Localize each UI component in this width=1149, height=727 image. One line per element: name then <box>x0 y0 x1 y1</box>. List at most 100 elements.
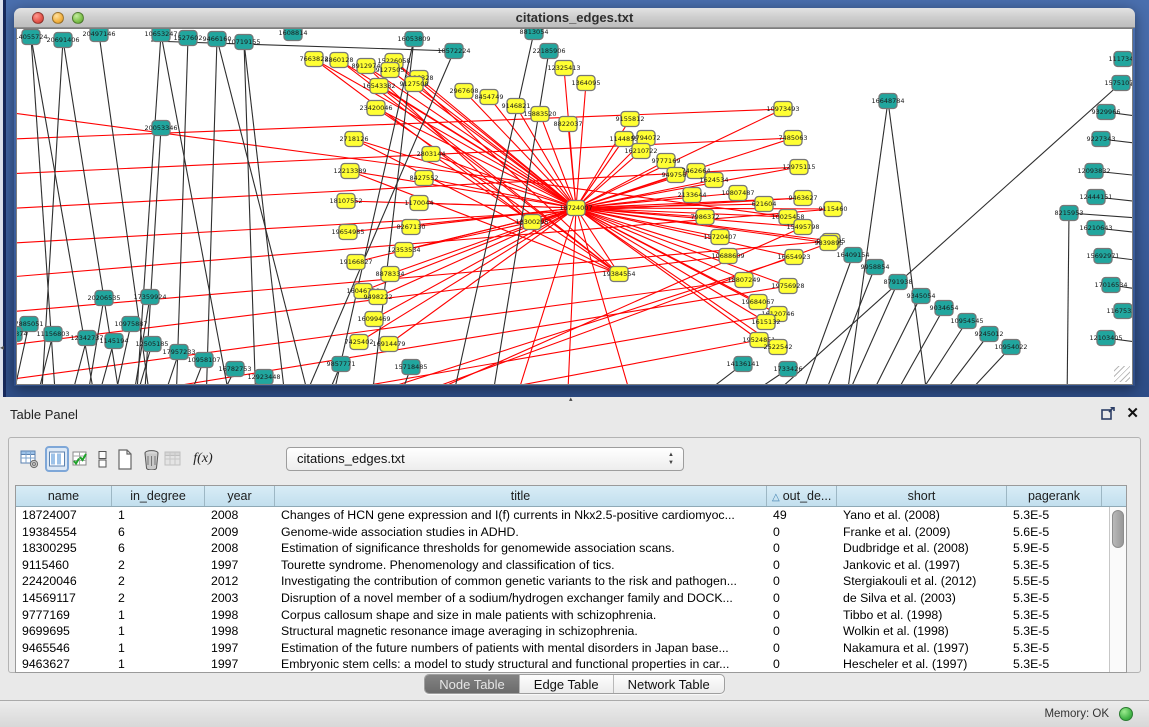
network-window-titlebar[interactable]: citations_edges.txt <box>14 8 1135 28</box>
table-cell: 1998 <box>205 623 275 640</box>
graph-node-label: 10954545 <box>950 317 983 325</box>
app-window-edge-line <box>3 0 6 397</box>
table-panel-title: Table Panel <box>10 407 78 422</box>
show-columns-button[interactable] <box>45 446 69 472</box>
memory-ok-icon <box>1119 707 1133 721</box>
table-row[interactable]: 1456911722003Disruption of a novel membe… <box>16 590 1109 607</box>
table-row[interactable]: 969969511998Structural magnetic resonanc… <box>16 623 1109 640</box>
table-cell: 1 <box>112 623 205 640</box>
vertical-scrollbar[interactable] <box>1109 507 1126 672</box>
table-row[interactable]: 946554611997Estimation of the future num… <box>16 640 1109 657</box>
table-row[interactable]: 1830029562008Estimation of significance … <box>16 540 1109 557</box>
table-cell: 5.3E-5 <box>1007 557 1102 574</box>
graph-node-label: 18724007 <box>559 204 592 212</box>
table-cell: 5.3E-5 <box>1007 507 1102 524</box>
panel-collapse-icon[interactable]: ◂ <box>0 342 8 354</box>
table-cell: 18300295 <box>16 540 112 557</box>
table-cell: 49 <box>767 507 837 524</box>
graph-node-label: 12444151 <box>1079 193 1112 201</box>
graph-node-label: 9839895 <box>815 239 844 247</box>
table-cell: 1997 <box>205 656 275 672</box>
dropdown-stepper-icon: ▲▼ <box>668 451 674 467</box>
table-header-row: namein_degreeyeartitle△out_de...shortpag… <box>16 486 1126 507</box>
import-table-icon <box>164 450 183 469</box>
column-header-short[interactable]: short <box>837 486 1007 506</box>
graph-node-label: 23420046 <box>359 104 392 112</box>
network-window-title: citations_edges.txt <box>14 10 1135 25</box>
graph-node-label: 15751074 <box>1104 79 1133 87</box>
graph-node-label: 12093832 <box>1077 167 1110 175</box>
graph-node-label: 9034654 <box>930 304 959 312</box>
table-cell: Nakamura et al. (1997) <box>837 640 1007 657</box>
graph-node-label: 9115460 <box>819 205 848 213</box>
graph-node-label: 18300295 <box>515 218 548 226</box>
table-cell: 14569117 <box>16 590 112 607</box>
graph-node-label: 16914479 <box>372 340 405 348</box>
table-select-dropdown[interactable]: citations_edges.txt ▲▼ <box>286 447 684 471</box>
resize-grip-icon[interactable] <box>1114 366 1130 382</box>
tab-node-table[interactable]: Node Table <box>425 675 520 693</box>
table-mode-button[interactable] <box>17 446 41 472</box>
table-cell: 5.3E-5 <box>1007 590 1102 607</box>
network-view[interactable]: 1872400718300295193845547663822886012889… <box>16 28 1133 385</box>
table-row[interactable]: 1872400712008Changes of HCN gene express… <box>16 507 1109 524</box>
column-header-name[interactable]: name <box>16 486 112 506</box>
graph-node-label: 9127508 <box>400 80 429 88</box>
graph-node-label: 15720407 <box>703 233 736 241</box>
graph-node-label: 16654923 <box>777 253 810 261</box>
graph-node-label: 17016534 <box>1094 281 1127 289</box>
graph-node-label: 10958107 <box>187 356 220 364</box>
graph-node-label: 621604 <box>752 200 777 208</box>
column-header-year[interactable]: year <box>205 486 275 506</box>
table-row[interactable]: 2242004622012Investigating the contribut… <box>16 573 1109 590</box>
graph-node-label: 15495798 <box>786 223 819 231</box>
graph-node-label: 18807249 <box>727 276 760 284</box>
graph-node-label: 20206535 <box>87 294 120 302</box>
float-window-icon <box>1101 407 1115 420</box>
column-header-in_degree[interactable]: in_degree <box>112 486 205 506</box>
graph-edge <box>866 296 921 385</box>
graph-edge <box>843 282 898 385</box>
column-header-pagerank[interactable]: pagerank <box>1007 486 1102 506</box>
delete-table-button[interactable] <box>139 446 163 472</box>
import-table-button[interactable] <box>161 446 185 472</box>
select-columns-button[interactable] <box>69 446 93 472</box>
table-cell: 1997 <box>205 640 275 657</box>
graph-node-label: 9329966 <box>1092 108 1121 116</box>
table-row[interactable]: 1938455462009Genome-wide association stu… <box>16 524 1109 541</box>
table-cell: 5.3E-5 <box>1007 607 1102 624</box>
function-builder-button[interactable]: f(x) <box>191 446 215 472</box>
table-cell: Wolkin et al. (1998) <box>837 623 1007 640</box>
table-cell: 0 <box>767 557 837 574</box>
new-document-icon <box>116 449 134 470</box>
close-panel-button[interactable]: ✕ <box>1126 404 1139 422</box>
table-row[interactable]: 911546021997Tourette syndrome. Phenomeno… <box>16 557 1109 574</box>
graph-node-label: 10807487 <box>721 189 754 197</box>
new-table-button[interactable] <box>113 446 137 472</box>
float-panel-button[interactable] <box>1101 407 1115 420</box>
column-header-out_de[interactable]: △out_de... <box>767 486 837 506</box>
table-cell: 22420046 <box>16 573 112 590</box>
memory-status-label: Memory: OK <box>1044 708 1109 720</box>
table-cell: 18724007 <box>16 507 112 524</box>
graph-node-label: 8454749 <box>475 93 504 101</box>
table-row[interactable]: 977716911998Corpus callosum shape and si… <box>16 607 1109 624</box>
scrollbar-thumb[interactable] <box>1112 510 1124 548</box>
graph-edge <box>99 34 151 385</box>
column-header-title[interactable]: title <box>275 486 767 506</box>
graph-edge <box>820 267 875 385</box>
graph-node-label: 16099469 <box>357 315 390 323</box>
table-select-value: citations_edges.txt <box>297 451 405 466</box>
graph-node-label: 10719155 <box>227 38 260 46</box>
table-row[interactable]: 946362711997Embryonic stem cells: a mode… <box>16 656 1109 672</box>
row-height-button[interactable] <box>91 446 115 472</box>
graph-node-label: 8860128 <box>325 56 354 64</box>
graph-node-label: 19166827 <box>339 258 372 266</box>
tab-edge-table[interactable]: Edge Table <box>520 675 614 693</box>
tab-network-table[interactable]: Network Table <box>614 675 724 693</box>
table-cell: Embryonic stem cells: a model to study s… <box>275 656 767 672</box>
graph-node-label: 8878334 <box>376 270 405 278</box>
network-window: citations_edges.txt 18724007183002951938… <box>14 8 1135 386</box>
table-panel-header: Table Panel ✕ <box>0 399 1149 427</box>
graph-node-label: 11156803 <box>36 330 69 338</box>
